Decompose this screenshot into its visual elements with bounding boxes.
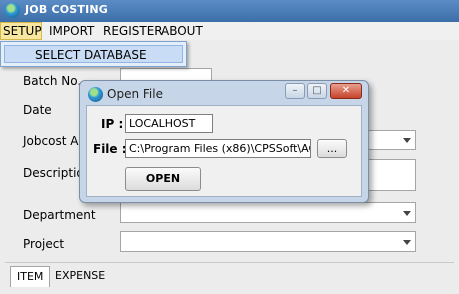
project-label: Project: [23, 237, 65, 251]
project-combo[interactable]: [120, 231, 416, 252]
browse-button[interactable]: ...: [317, 139, 347, 158]
menu-bar: SETUP IMPORT REGISTER ABOUT: [0, 22, 459, 40]
app-globe-icon: [5, 3, 20, 18]
batch-no-label: Batch No.: [23, 74, 82, 88]
select-database-menu-item[interactable]: SELECT DATABASE: [4, 45, 183, 63]
department-combo[interactable]: [120, 202, 416, 223]
jobcost-account-label: Jobcost A: [23, 134, 79, 148]
file-label: File :: [93, 142, 127, 156]
maximize-button[interactable]: □: [307, 83, 327, 99]
open-button[interactable]: OPEN: [125, 167, 201, 191]
dialog-body: IP : LOCALHOST File : C:\Program Files (…: [86, 105, 362, 197]
menu-register[interactable]: REGISTER: [101, 22, 165, 40]
chevron-down-icon[interactable]: [403, 138, 411, 143]
ip-input[interactable]: LOCALHOST: [125, 114, 213, 133]
menu-import[interactable]: IMPORT: [47, 22, 96, 40]
file-path-input[interactable]: C:\Program Files (x86)\CPSSoft\ACCU: [125, 139, 311, 158]
menu-about[interactable]: ABOUT: [159, 22, 205, 40]
close-button[interactable]: ✕: [330, 83, 362, 99]
minimize-button[interactable]: –: [285, 83, 305, 99]
chevron-down-icon[interactable]: [403, 239, 411, 245]
tab-item[interactable]: ITEM: [10, 266, 51, 287]
app-globe-icon: [88, 87, 103, 102]
setup-dropdown-menu: SELECT DATABASE: [0, 41, 187, 67]
tab-expense[interactable]: EXPENSE: [49, 266, 111, 286]
dialog-title: Open File: [107, 87, 163, 101]
tab-strip: ITEM EXPENSE: [5, 262, 454, 294]
menu-setup[interactable]: SETUP: [0, 22, 42, 40]
ip-label: IP :: [101, 117, 124, 131]
chevron-down-icon[interactable]: [403, 210, 411, 216]
open-file-dialog: Open File – □ ✕ IP : LOCALHOST File : C:…: [79, 80, 369, 203]
window-title: JOB COSTING: [25, 3, 109, 16]
department-label: Department: [23, 208, 96, 222]
title-bar: JOB COSTING: [0, 0, 459, 22]
date-label: Date: [23, 103, 52, 117]
